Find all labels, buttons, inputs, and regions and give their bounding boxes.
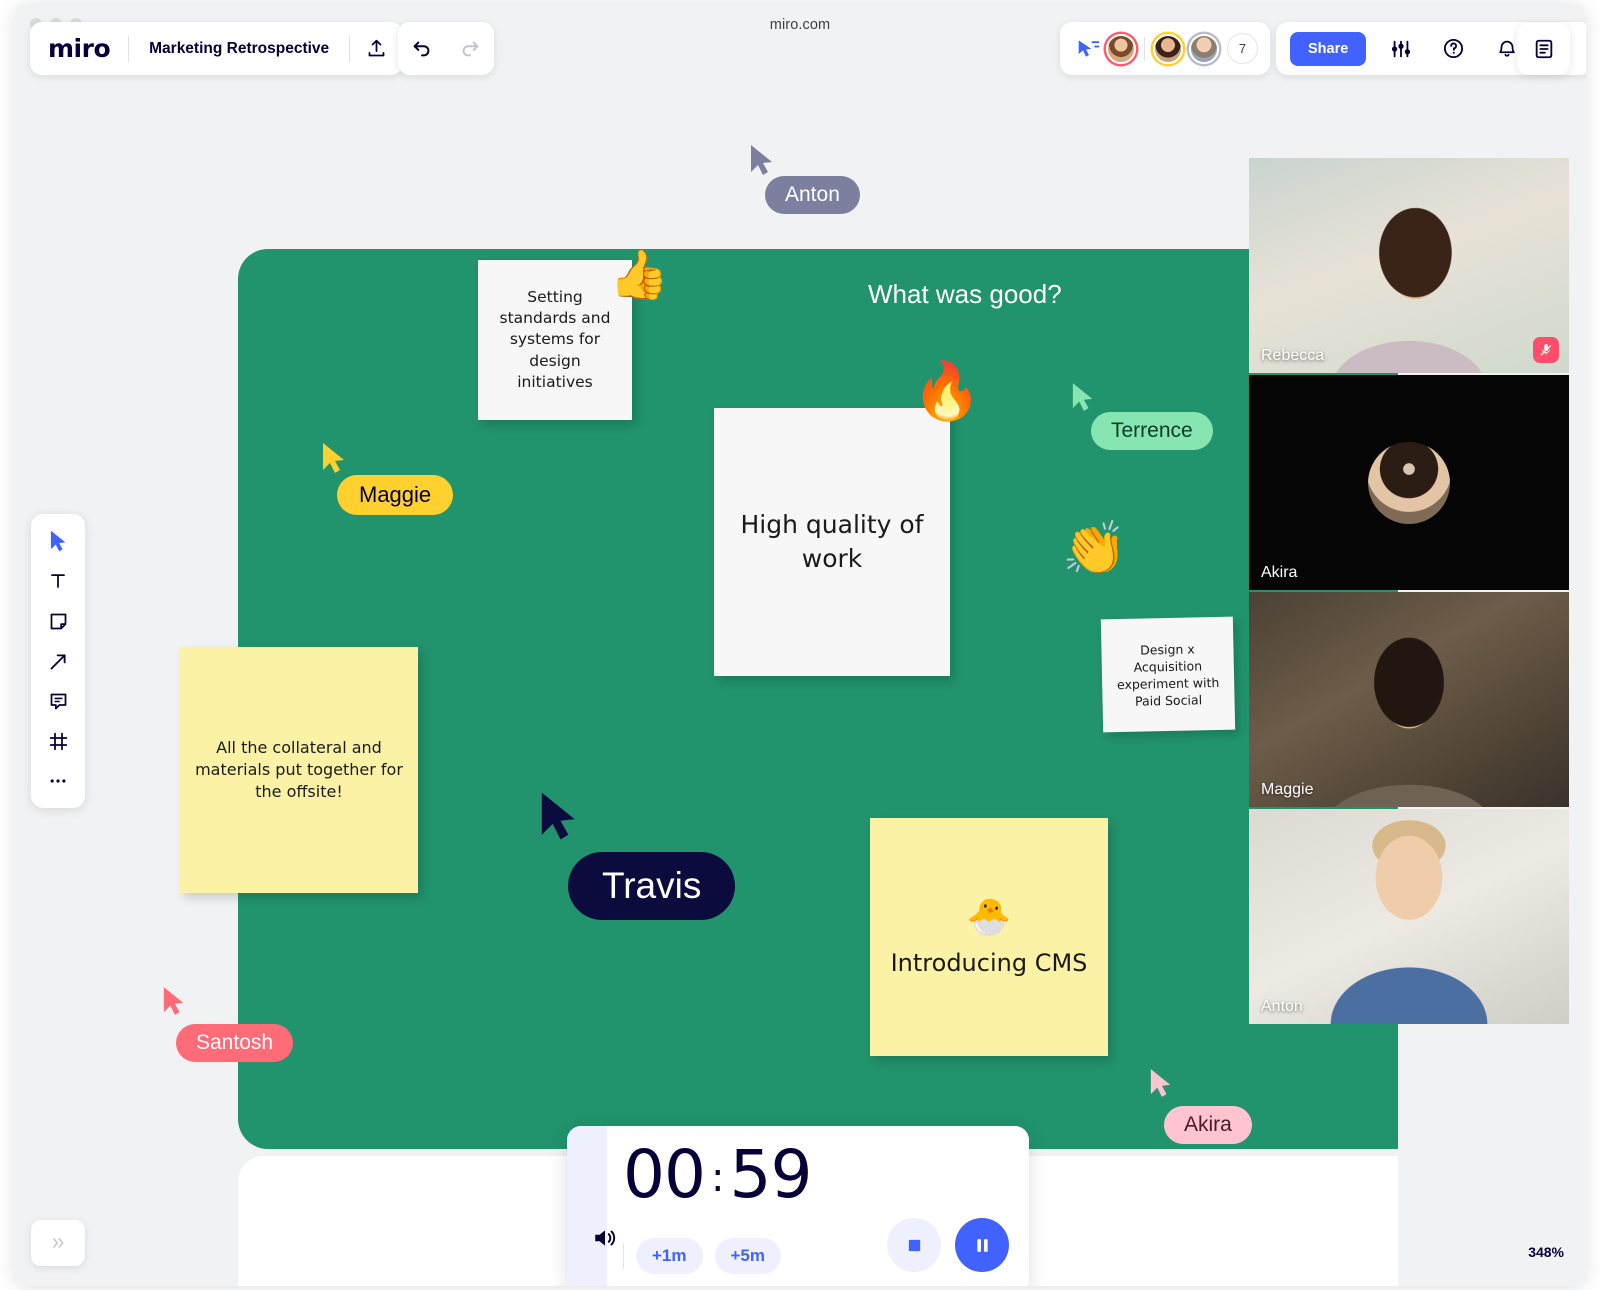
video-tile-name: Maggie: [1261, 781, 1313, 799]
divider: [623, 1243, 624, 1269]
sliders-icon[interactable]: [1374, 22, 1427, 75]
select-tool[interactable]: [38, 524, 78, 558]
sticky-note-introducing-cms[interactable]: 🐣 Introducing CMS: [870, 818, 1108, 1056]
video-participants-panel: Rebecca Akira Maggie Anto: [1249, 158, 1569, 1026]
connector-arrow-tool[interactable]: [38, 644, 78, 678]
add-one-minute-button[interactable]: +1m: [636, 1238, 703, 1274]
cursor-santosh: [162, 986, 186, 1016]
sticky-note-text: 🐣 Introducing CMS: [870, 818, 1108, 1056]
timer-minutes: 00: [623, 1142, 705, 1208]
participants-group: 7: [1060, 22, 1270, 75]
video-tile-name: Anton: [1261, 998, 1303, 1016]
undo-redo-group: [398, 22, 494, 75]
avatar[interactable]: [1153, 34, 1183, 64]
timer-widget[interactable]: 00 : 59 +1m +5m: [567, 1126, 1029, 1286]
cursor-travis: [538, 791, 580, 841]
sticky-note-all-the-collateral[interactable]: All the collateral and materials put tog…: [180, 647, 418, 893]
avatar: [1368, 442, 1450, 524]
sticky-note-text: High quality of work: [714, 408, 950, 676]
timer-separator: :: [711, 1158, 723, 1198]
address-bar-url[interactable]: miro.com: [770, 17, 830, 33]
cursor-label-maggie: Maggie: [337, 475, 453, 515]
cursor-akira: [1149, 1068, 1173, 1098]
video-tile-name: Akira: [1261, 564, 1297, 582]
browser-window: miro.com What was good? Setting standard…: [14, 4, 1586, 1286]
miro-logo[interactable]: miro: [48, 34, 128, 63]
redo-icon: [446, 22, 494, 75]
comment-tool[interactable]: [38, 684, 78, 718]
share-button[interactable]: Share: [1290, 32, 1366, 66]
frame-tool[interactable]: [38, 724, 78, 758]
timer-accent-strip: [567, 1126, 607, 1286]
more-tools[interactable]: [38, 764, 78, 798]
divider: [1144, 37, 1145, 61]
hatching-chick-reaction-icon[interactable]: 🐣: [967, 894, 1012, 943]
participant-overflow-count[interactable]: 7: [1227, 33, 1258, 64]
board-toolbar-left: miro Marketing Retrospective: [30, 22, 403, 75]
cursor-share-icon[interactable]: [1072, 32, 1106, 66]
timer-body: 00 : 59 +1m +5m: [607, 1126, 1029, 1286]
cursor-maggie: [321, 442, 347, 474]
cursor-label-anton: Anton: [765, 176, 860, 214]
thumbs-up-reaction-icon[interactable]: 👍: [609, 246, 669, 303]
zoom-level-label[interactable]: 348%: [1528, 1244, 1564, 1260]
cursor-label-santosh: Santosh: [176, 1024, 293, 1062]
sticky-note-text: Design x Acquisition experiment with Pai…: [1101, 617, 1235, 733]
expand-panel-button[interactable]: [31, 1220, 85, 1266]
notes-panel-icon[interactable]: [1517, 22, 1570, 75]
add-five-minutes-button[interactable]: +5m: [715, 1238, 782, 1274]
undo-icon[interactable]: [398, 22, 446, 75]
text-tool[interactable]: [38, 564, 78, 598]
video-tile-rebecca[interactable]: Rebecca: [1249, 158, 1569, 373]
timer-controls-row: +1m +5m: [623, 1238, 781, 1274]
avatar[interactable]: [1106, 34, 1136, 64]
frame-title: What was good?: [868, 279, 1062, 310]
avatar[interactable]: [1189, 34, 1219, 64]
upload-icon[interactable]: [350, 22, 403, 75]
stop-timer-button[interactable]: [887, 1218, 941, 1272]
video-tile-name: Rebecca: [1261, 347, 1324, 365]
video-tile-anton[interactable]: Anton: [1249, 809, 1569, 1024]
speaker-icon[interactable]: [591, 1225, 619, 1256]
board-title[interactable]: Marketing Retrospective: [129, 40, 349, 58]
board-canvas[interactable]: What was good? Setting standards and sys…: [14, 46, 1586, 1286]
cursor-label-terrence: Terrence: [1091, 412, 1213, 450]
timer-transport-controls: [887, 1218, 1009, 1272]
participant-avatars[interactable]: 7: [1106, 33, 1258, 64]
pause-timer-button[interactable]: [955, 1218, 1009, 1272]
cursor-label-travis: Travis: [568, 852, 735, 920]
timer-seconds: 59: [729, 1142, 811, 1208]
sticky-note-tool[interactable]: [38, 604, 78, 638]
video-tile-maggie[interactable]: Maggie: [1249, 592, 1569, 807]
notes-panel-group: [1517, 22, 1570, 75]
clapping-hands-reaction-icon[interactable]: 👏: [1062, 518, 1127, 579]
sticky-note-label: Introducing CMS: [891, 947, 1088, 980]
fire-reaction-icon[interactable]: 🔥: [912, 358, 982, 424]
question-circle-icon[interactable]: [1427, 22, 1480, 75]
sticky-note-text: All the collateral and materials put tog…: [180, 647, 418, 893]
sticky-note-high-quality-of-work[interactable]: High quality of work: [714, 408, 950, 676]
cursor-label-akira: Akira: [1164, 1106, 1252, 1144]
timer-display: 00 : 59: [623, 1142, 1013, 1208]
cursor-anton: [749, 144, 775, 176]
sticky-note-design-x-acquisition[interactable]: Design x Acquisition experiment with Pai…: [1101, 617, 1235, 733]
tool-rail[interactable]: [31, 514, 85, 808]
muted-microphone-icon: [1533, 337, 1559, 363]
video-tile-akira[interactable]: Akira: [1249, 375, 1569, 590]
cursor-terrence: [1071, 382, 1095, 412]
